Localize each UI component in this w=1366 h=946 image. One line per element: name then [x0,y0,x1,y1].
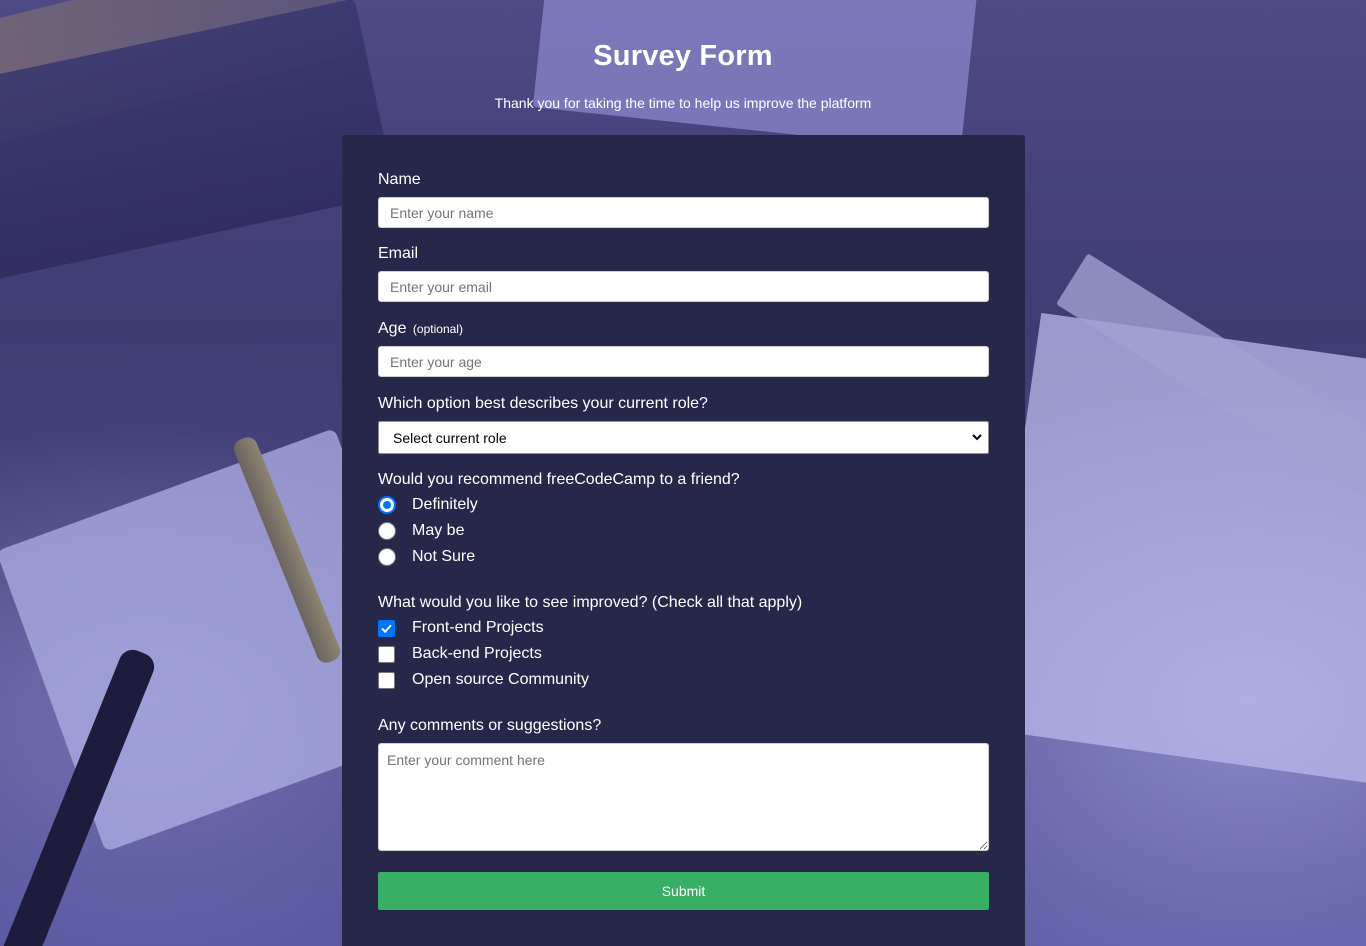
name-label: Name [378,171,421,188]
role-dropdown[interactable]: Select current role [378,421,989,454]
comments-textarea[interactable] [378,743,989,851]
recommend-option-maybe[interactable]: May be [378,518,989,544]
radio-maybe[interactable] [378,522,396,540]
checkbox-label-frontend: Front-end Projects [412,619,544,636]
email-group: Email [378,245,989,302]
checkbox-label-backend: Back-end Projects [412,645,542,662]
radio-label-maybe: May be [412,522,465,539]
checkbox-frontend[interactable] [378,619,395,637]
page-description: Thank you for taking the time to help us… [494,95,872,111]
recommend-option-not-sure[interactable]: Not Sure [378,544,989,570]
submit-button[interactable]: Submit [378,872,989,910]
recommend-option-definitely[interactable]: Definitely [378,492,989,518]
page-title: Survey Form [593,40,773,72]
radio-label-not-sure: Not Sure [412,548,476,565]
radio-not-sure[interactable] [378,548,396,566]
age-label-row: Age (optional) [378,320,989,338]
role-label: Which option best describes your current… [378,395,708,412]
radio-label-definitely: Definitely [412,496,478,513]
improve-group: What would you like to see improved? (Ch… [378,594,989,693]
role-selected-value: Select current role [393,429,507,446]
improve-label: What would you like to see improved? (Ch… [378,594,803,611]
comments-label: Any comments or suggestions? [378,717,602,734]
page-header: Survey Form Thank you for taking the tim… [0,40,1366,111]
age-group: Age (optional) [378,320,989,377]
improve-option-backend[interactable]: Back-end Projects [378,641,989,667]
checkbox-label-opensource: Open source Community [412,671,589,688]
improve-option-opensource[interactable]: Open source Community [378,667,989,693]
radio-definitely[interactable] [378,496,396,514]
checkbox-opensource[interactable] [378,671,395,689]
background-notebook-right [982,312,1366,788]
age-optional-note: (optional) [412,322,463,336]
email-input[interactable] [378,271,989,302]
name-input[interactable] [378,197,989,228]
survey-form: Name Email Age (optional) Which option b… [342,135,1025,946]
comments-group: Any comments or suggestions? [378,717,989,851]
age-input[interactable] [378,346,989,377]
email-label: Email [378,245,419,262]
improve-option-frontend[interactable]: Front-end Projects [378,615,989,641]
check-icon [381,624,392,633]
role-group: Which option best describes your current… [378,395,989,454]
age-label: Age [378,320,407,337]
name-group: Name [378,171,989,228]
recommend-group: Would you recommend freeCodeCamp to a fr… [378,471,989,570]
chevron-down-icon [972,434,982,441]
checkbox-backend[interactable] [378,645,395,663]
recommend-label: Would you recommend freeCodeCamp to a fr… [378,471,740,488]
